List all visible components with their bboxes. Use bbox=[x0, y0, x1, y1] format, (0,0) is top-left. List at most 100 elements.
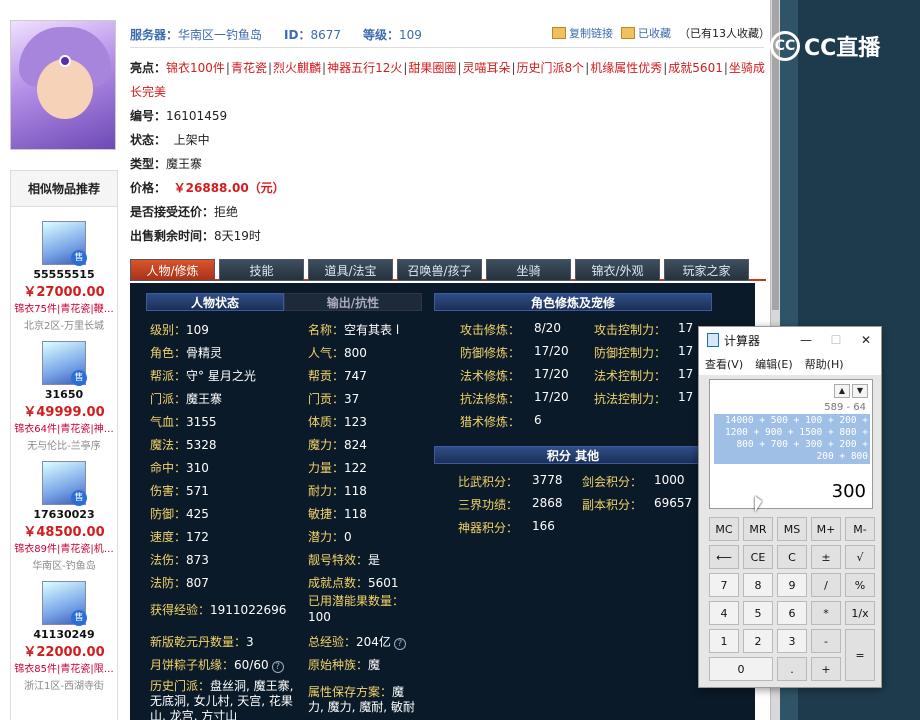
menu-view[interactable]: 查看(V) bbox=[705, 356, 743, 372]
tab-outfits[interactable]: 锦衣/外观 bbox=[575, 259, 660, 281]
similar-item-thumb[interactable]: 售 bbox=[42, 581, 87, 626]
calculator-history: 589 - 64 bbox=[824, 402, 866, 413]
stat-label: 攻击控制力： bbox=[594, 323, 667, 337]
similar-item-thumb[interactable]: 售 bbox=[42, 341, 87, 386]
key-1-button[interactable]: 1 bbox=[709, 629, 739, 653]
key-divide-button[interactable]: / bbox=[811, 573, 841, 597]
close-icon[interactable]: ✕ bbox=[851, 333, 881, 347]
status-header: 人物状态 bbox=[146, 293, 284, 311]
points-left-row: 比武积分： 3778 bbox=[458, 473, 563, 490]
tab-mounts[interactable]: 坐骑 bbox=[486, 259, 571, 281]
maximize-icon[interactable]: ☐ bbox=[821, 333, 851, 347]
left-col-row: 防御：425 bbox=[150, 505, 209, 522]
key-clear-button[interactable]: C bbox=[777, 545, 807, 569]
mid-col-row: 成就点数：5601 bbox=[308, 574, 399, 591]
similar-item-desc[interactable]: 锦衣75件|青花瓷|鞭… bbox=[11, 300, 117, 315]
stat-value: 6 bbox=[534, 413, 542, 427]
key-ms-button[interactable]: MS bbox=[777, 517, 807, 541]
key-3-button[interactable]: 3 bbox=[777, 629, 807, 653]
tab-items[interactable]: 道具/法宝 bbox=[308, 259, 393, 281]
price-row: 价格： ￥26888.00（元） bbox=[130, 176, 766, 200]
stat-value: 2868 bbox=[532, 496, 563, 510]
stat-value: 172 bbox=[186, 530, 209, 544]
key-m-minus-button[interactable]: M- bbox=[845, 517, 875, 541]
tab-skills[interactable]: 技能 bbox=[219, 259, 304, 281]
trade-page: 相似物品推荐 售 55555515 ￥27000.00 锦衣75件|青花瓷|鞭…… bbox=[0, 0, 770, 720]
potential-value: 100 bbox=[308, 610, 331, 624]
key-m-plus-button[interactable]: M+ bbox=[811, 517, 841, 541]
key-multiply-button[interactable]: * bbox=[811, 601, 841, 625]
key-mc-button[interactable]: MC bbox=[709, 517, 739, 541]
tab-pets[interactable]: 召唤兽/孩子 bbox=[397, 259, 482, 281]
key-add-button[interactable]: + bbox=[811, 657, 841, 681]
help-icon[interactable]: ? bbox=[271, 661, 284, 673]
stat-label: 防御控制力： bbox=[594, 346, 667, 360]
key-equals-button[interactable]: = bbox=[845, 629, 875, 681]
menu-edit[interactable]: 编辑(E) bbox=[755, 356, 793, 372]
similar-item-id: 17630023 bbox=[33, 508, 95, 521]
key-9-button[interactable]: 9 bbox=[777, 573, 807, 597]
menu-help[interactable]: 帮助(H) bbox=[805, 356, 844, 372]
key-decimal-button[interactable]: . bbox=[777, 657, 807, 681]
id-label: ID： bbox=[284, 28, 311, 42]
mid-col-row: 名称：空有其表 l bbox=[308, 321, 399, 338]
key-6-button[interactable]: 6 bbox=[777, 601, 807, 625]
stat-label: 力量： bbox=[308, 461, 345, 475]
id-value: 8677 bbox=[310, 27, 342, 42]
key-5-button[interactable]: 5 bbox=[743, 601, 773, 625]
stat-value: 17/20 bbox=[534, 367, 569, 381]
key-mr-button[interactable]: MR bbox=[743, 517, 773, 541]
highlight-item: 锦衣100件 bbox=[166, 61, 225, 75]
calculator-window[interactable]: 计算器 — ☐ ✕ 查看(V) 编辑(E) 帮助(H) ▲ ▼ 589 - 64 … bbox=[698, 326, 882, 688]
similar-item[interactable]: 售 31650 ￥49999.00 锦衣64件|青花瓷|神… 无与伦比-兰亭序 bbox=[11, 327, 117, 452]
minimize-icon[interactable]: — bbox=[791, 333, 821, 347]
copy-link-button[interactable]: 复制链接 bbox=[552, 25, 613, 41]
similar-item-desc[interactable]: 锦衣85件|青花瓷|限… bbox=[11, 660, 117, 675]
similar-item-thumb[interactable]: 售 bbox=[42, 461, 87, 506]
stat-value: 571 bbox=[186, 484, 209, 498]
favorite-button[interactable]: 已收藏 bbox=[621, 25, 671, 41]
type-label: 类型： bbox=[130, 157, 167, 171]
stat-label: 人气： bbox=[308, 346, 345, 360]
similar-item[interactable]: 售 41130249 ￥22000.00 锦衣85件|青花瓷|限… 浙江1区-西… bbox=[11, 567, 117, 692]
similar-item-desc[interactable]: 锦衣64件|青花瓷|神… bbox=[11, 420, 117, 435]
key-7-button[interactable]: 7 bbox=[709, 573, 739, 597]
similar-item[interactable]: 售 17630023 ￥48500.00 锦衣89件|青花瓷|机… 华南区-钓鱼… bbox=[11, 447, 117, 572]
status-label: 状态： bbox=[130, 133, 167, 147]
highlight-item: 青花瓷 bbox=[230, 61, 267, 75]
stat-label: 副本积分： bbox=[582, 498, 643, 512]
status-row: 状态： 上架中 bbox=[130, 128, 766, 152]
key-2-button[interactable]: 2 bbox=[743, 629, 773, 653]
tab-home[interactable]: 玩家之家 bbox=[664, 259, 749, 281]
calculator-titlebar[interactable]: 计算器 — ☐ ✕ bbox=[699, 327, 881, 353]
similar-item-desc[interactable]: 锦衣89件|青花瓷|机… bbox=[11, 540, 117, 555]
highlight-item: 烈火麒麟 bbox=[273, 61, 322, 75]
cultivation-header: 角色修炼及宠修 bbox=[434, 293, 712, 311]
stat-value: 3778 bbox=[532, 473, 563, 487]
history-label: 历史门派： bbox=[150, 679, 211, 693]
scroll-down-icon[interactable]: ▼ bbox=[852, 384, 868, 398]
cult-right-row: 法术控制力： 17 bbox=[594, 367, 693, 384]
counter-offer-label: 是否接受还价： bbox=[130, 205, 215, 219]
key-subtract-button[interactable]: - bbox=[811, 629, 841, 653]
similar-item-thumb[interactable]: 售 bbox=[42, 221, 87, 266]
key-negate-button[interactable]: ± bbox=[811, 545, 841, 569]
tab-character[interactable]: 人物/修炼 bbox=[130, 259, 215, 281]
key-sqrt-button[interactable]: √ bbox=[845, 545, 875, 569]
serial-row: 编号： 16101459 bbox=[130, 104, 766, 128]
key-reciprocal-button[interactable]: 1/x bbox=[845, 601, 875, 625]
mid-col-row: 力量：122 bbox=[308, 459, 367, 476]
key-percent-button[interactable]: % bbox=[845, 573, 875, 597]
similar-item[interactable]: 售 55555515 ￥27000.00 锦衣75件|青花瓷|鞭… 北京2区-万… bbox=[11, 207, 117, 332]
price-label: 价格： bbox=[130, 181, 167, 195]
key-0-button[interactable]: 0 bbox=[709, 657, 773, 681]
key-backspace-button[interactable]: ⟵ bbox=[709, 545, 739, 569]
scroll-up-icon[interactable]: ▲ bbox=[834, 384, 850, 398]
key-ce-button[interactable]: CE bbox=[743, 545, 773, 569]
highlight-separator: | bbox=[585, 61, 590, 75]
output-header[interactable]: 输出/抗性 bbox=[284, 293, 422, 311]
key-8-button[interactable]: 8 bbox=[743, 573, 773, 597]
stat-value: 魔王寨 bbox=[186, 392, 223, 406]
key-4-button[interactable]: 4 bbox=[709, 601, 739, 625]
help-icon[interactable]: ? bbox=[393, 638, 406, 650]
